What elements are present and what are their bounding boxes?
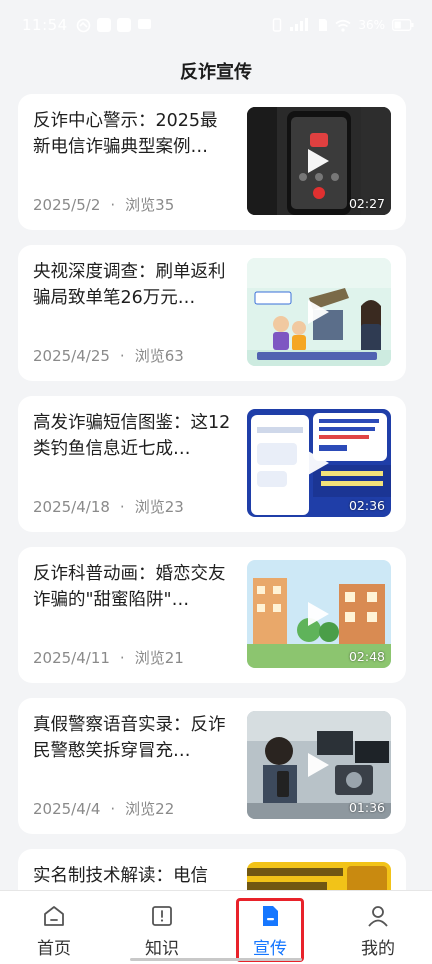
video-duration: 02:36 xyxy=(348,498,385,513)
play-icon xyxy=(308,300,329,324)
tab-label-promotion: 宣传 xyxy=(253,939,287,959)
message-icon xyxy=(137,18,152,32)
app-screen: 11:54 36% 反诈宣传 反诈中心警示：2025最新电信诈骗典型案例… 20… xyxy=(0,0,432,964)
status-right: 36% xyxy=(272,18,414,32)
article-date: 2025/5/2 xyxy=(33,195,101,214)
article-views: 浏览63 xyxy=(134,347,184,365)
notification-icon xyxy=(76,18,91,33)
tab-label-home: 首页 xyxy=(37,939,71,959)
tab-home[interactable]: 首页 xyxy=(0,891,108,964)
home-icon xyxy=(44,906,64,926)
tab-label-knowledge: 知识 xyxy=(145,939,179,959)
vibrate-icon xyxy=(273,18,282,32)
article-meta: 2025/5/2 · 浏览35 xyxy=(33,195,175,215)
bottom-tab-bar: 首页 知识 宣传 我的 xyxy=(0,890,432,964)
battery-icon xyxy=(392,19,414,31)
page-header: 反诈宣传 xyxy=(0,50,432,92)
article-title: 反诈中心警示：2025最新电信诈骗典型案例… xyxy=(33,111,218,157)
video-thumbnail[interactable]: 02:48 xyxy=(247,560,391,668)
video-thumbnail[interactable]: 01:36 xyxy=(247,711,391,819)
status-time: 11:54 xyxy=(22,16,68,34)
video-thumbnail[interactable]: 02:36 xyxy=(247,409,391,517)
video-thumbnail[interactable] xyxy=(247,258,391,366)
article-card[interactable]: 反诈中心警示：2025最新电信诈骗典型案例… 2025/5/2 · 浏览35 0… xyxy=(18,94,406,230)
user-icon xyxy=(368,906,388,927)
play-icon xyxy=(308,451,329,475)
tab-label-profile: 我的 xyxy=(361,939,395,959)
article-date: 2025/4/25 xyxy=(33,346,110,365)
article-views: 浏览23 xyxy=(134,498,184,516)
play-icon xyxy=(308,753,329,777)
play-icon xyxy=(308,602,329,626)
article-card[interactable]: 央视深度调查：刷单返利骗局致单笔26万元… 2025/4/25 · 浏览63 xyxy=(18,245,406,381)
article-views: 浏览21 xyxy=(134,649,184,667)
video-duration: 01:36 xyxy=(348,800,385,815)
tab-knowledge[interactable]: 知识 xyxy=(108,891,216,964)
article-date: 2025/4/11 xyxy=(33,648,110,667)
article-title: 高发诈骗短信图鉴：这12类钓鱼信息近七成… xyxy=(33,413,231,459)
home-indicator xyxy=(130,958,302,961)
video-thumbnail[interactable]: 02:27 xyxy=(247,107,391,215)
alipay-icon xyxy=(96,18,111,32)
article-views: 浏览22 xyxy=(125,800,175,818)
document-icon xyxy=(263,906,278,926)
article-date: 2025/4/18 xyxy=(33,497,110,516)
article-meta: 2025/4/25 · 浏览63 xyxy=(33,346,184,366)
book-icon xyxy=(152,906,172,926)
article-card[interactable]: 高发诈骗短信图鉴：这12类钓鱼信息近七成… 2025/4/18 · 浏览23 0… xyxy=(18,396,406,532)
status-bar: 11:54 36% xyxy=(0,0,432,50)
sim-icon xyxy=(319,19,328,31)
article-title: 实名制技术解读：电信 xyxy=(33,866,208,886)
video-app-icon xyxy=(116,18,131,32)
tab-profile[interactable]: 我的 xyxy=(324,891,432,964)
article-title: 央视深度调查：刷单返利骗局致单笔26万元… xyxy=(33,262,226,308)
play-icon xyxy=(308,149,329,173)
article-meta: 2025/4/18 · 浏览23 xyxy=(33,497,184,517)
article-list[interactable]: 反诈中心警示：2025最新电信诈骗典型案例… 2025/5/2 · 浏览35 0… xyxy=(18,94,406,964)
page-title: 反诈宣传 xyxy=(180,62,252,83)
video-duration: 02:27 xyxy=(348,196,385,211)
article-card[interactable]: 真假警察语音实录：反诈民警憨笑拆穿冒充… 2025/4/4 · 浏览22 01:… xyxy=(18,698,406,834)
signal-icon xyxy=(290,18,309,31)
article-card[interactable]: 反诈科普动画：婚恋交友诈骗的"甜蜜陷阱"… 2025/4/11 · 浏览21 0… xyxy=(18,547,406,683)
article-title: 反诈科普动画：婚恋交友诈骗的"甜蜜陷阱"… xyxy=(33,564,226,610)
article-date: 2025/4/4 xyxy=(33,799,101,818)
video-duration: 02:48 xyxy=(348,649,385,664)
article-title: 真假警察语音实录：反诈民警憨笑拆穿冒充… xyxy=(33,715,226,761)
article-views: 浏览35 xyxy=(125,196,175,214)
article-meta: 2025/4/11 · 浏览21 xyxy=(33,648,184,668)
battery-level: 36% xyxy=(358,18,385,32)
wifi-icon xyxy=(335,19,351,32)
tab-promotion[interactable]: 宣传 xyxy=(216,891,324,964)
article-meta: 2025/4/4 · 浏览22 xyxy=(33,799,175,819)
